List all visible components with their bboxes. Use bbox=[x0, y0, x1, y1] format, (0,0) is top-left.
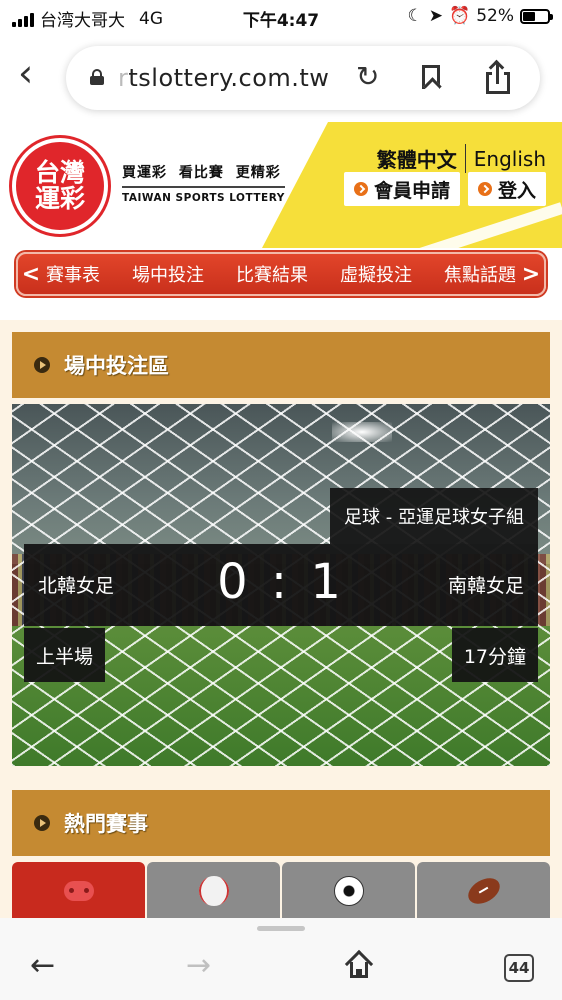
nav-item-schedule[interactable]: 賽事表 bbox=[46, 261, 100, 287]
home-icon[interactable] bbox=[344, 949, 374, 979]
back-arrow-icon[interactable]: ← bbox=[30, 948, 55, 983]
language-switcher: 繁體中文 English bbox=[377, 144, 546, 173]
play-circle-icon bbox=[34, 815, 50, 831]
slogan: 買運彩 看比賽 更精彩 bbox=[122, 165, 281, 181]
lang-english[interactable]: English bbox=[466, 147, 546, 171]
match-period: 上半場 bbox=[24, 628, 106, 682]
forward-arrow-icon[interactable]: → bbox=[186, 948, 211, 983]
league-label: 足球 - 亞運足球女子組 bbox=[330, 488, 538, 544]
nav-item-results[interactable]: 比賽結果 bbox=[236, 261, 308, 287]
arrow-circle-icon bbox=[353, 182, 368, 196]
nav-item-live-betting[interactable]: 場中投注 bbox=[132, 261, 204, 287]
sport-tabs bbox=[12, 862, 550, 920]
status-right: ☾ ➤ ⏰ 52% bbox=[407, 6, 553, 26]
toolbar-grabber[interactable] bbox=[257, 926, 305, 931]
match-minute: 17分鐘 bbox=[451, 628, 538, 682]
american-football-icon bbox=[463, 872, 504, 910]
register-button[interactable]: 會員申請 bbox=[343, 172, 460, 206]
bookmark-icon[interactable] bbox=[422, 65, 440, 89]
tab-american-football[interactable] bbox=[417, 862, 550, 920]
login-button[interactable]: 登入 bbox=[467, 172, 546, 206]
nav-item-virtual[interactable]: 虛擬投注 bbox=[340, 261, 412, 287]
battery-icon bbox=[520, 8, 553, 24]
chevron-left-icon[interactable]: ‹ bbox=[18, 54, 33, 92]
status-bar: 台湾大哥大 4G 下午4:47 ☾ ➤ ⏰ 52% bbox=[0, 0, 562, 36]
lang-traditional-chinese[interactable]: 繁體中文 bbox=[377, 144, 466, 173]
battery-percent: 52% bbox=[476, 6, 514, 26]
main-nav-wrapper: < 賽事表 場中投注 比賽結果 虛擬投注 焦點話題 > bbox=[0, 248, 562, 300]
nav-item-focus[interactable]: 焦點話題 bbox=[444, 261, 516, 287]
gamepad-icon bbox=[63, 881, 94, 901]
nav-next-arrow[interactable]: > bbox=[518, 262, 544, 287]
live-section-header: 場中投注區 bbox=[12, 332, 550, 398]
browser-bottom-bar: ← → 44 bbox=[0, 918, 562, 1000]
moon-icon: ☾ bbox=[407, 6, 423, 26]
live-section-title: 場中投注區 bbox=[64, 354, 169, 378]
share-icon[interactable] bbox=[484, 59, 512, 96]
baseball-icon bbox=[198, 876, 229, 906]
alarm-icon: ⏰ bbox=[449, 6, 471, 26]
auth-buttons: 會員申請 登入 bbox=[343, 172, 546, 206]
site-header: 台灣 運彩 買運彩 看比賽 更精彩 TAIWAN SPORTS LOTTERY … bbox=[0, 122, 562, 248]
nav-items: 賽事表 場中投注 比賽結果 虛擬投注 焦點話題 bbox=[44, 261, 518, 287]
play-circle-icon bbox=[34, 357, 50, 373]
main-nav: < 賽事表 場中投注 比賽結果 虛擬投注 焦點話題 > bbox=[16, 252, 546, 296]
nav-prev-arrow[interactable]: < bbox=[18, 262, 44, 287]
site-logo[interactable]: 台灣 運彩 bbox=[12, 138, 108, 234]
soccer-ball-icon bbox=[333, 876, 364, 906]
live-match-card[interactable]: 足球 - 亞運足球女子組 北韓女足 0 : 1 南韓女足 上半場 17分鐘 bbox=[12, 404, 550, 766]
arrow-circle-icon bbox=[477, 182, 492, 196]
slogan-english: TAIWAN SPORTS LOTTERY bbox=[122, 186, 285, 204]
hot-section-header: 熱門賽事 bbox=[12, 790, 550, 856]
location-arrow-icon: ➤ bbox=[428, 6, 444, 26]
tab-esports[interactable] bbox=[12, 862, 145, 920]
hot-section-title: 熱門賽事 bbox=[64, 812, 148, 836]
address-bar[interactable]: rtslottery.com.tw ↻ bbox=[66, 46, 540, 110]
tab-baseball[interactable] bbox=[147, 862, 280, 920]
away-team: 南韓女足 bbox=[447, 575, 524, 597]
tabs-button[interactable]: 44 bbox=[504, 954, 534, 982]
tab-soccer[interactable] bbox=[282, 862, 415, 920]
scoreboard: 北韓女足 0 : 1 南韓女足 bbox=[24, 544, 538, 626]
browser-toolbar: ‹ rtslottery.com.tw ↻ bbox=[0, 36, 562, 122]
url-text[interactable]: rtslottery.com.tw bbox=[118, 64, 329, 92]
lock-icon bbox=[90, 69, 104, 85]
reload-icon[interactable]: ↻ bbox=[356, 60, 379, 93]
main-content: 場中投注區 足球 - 亞運足球女子組 北韓女足 0 : 1 南韓女足 上半場 1… bbox=[0, 320, 562, 920]
